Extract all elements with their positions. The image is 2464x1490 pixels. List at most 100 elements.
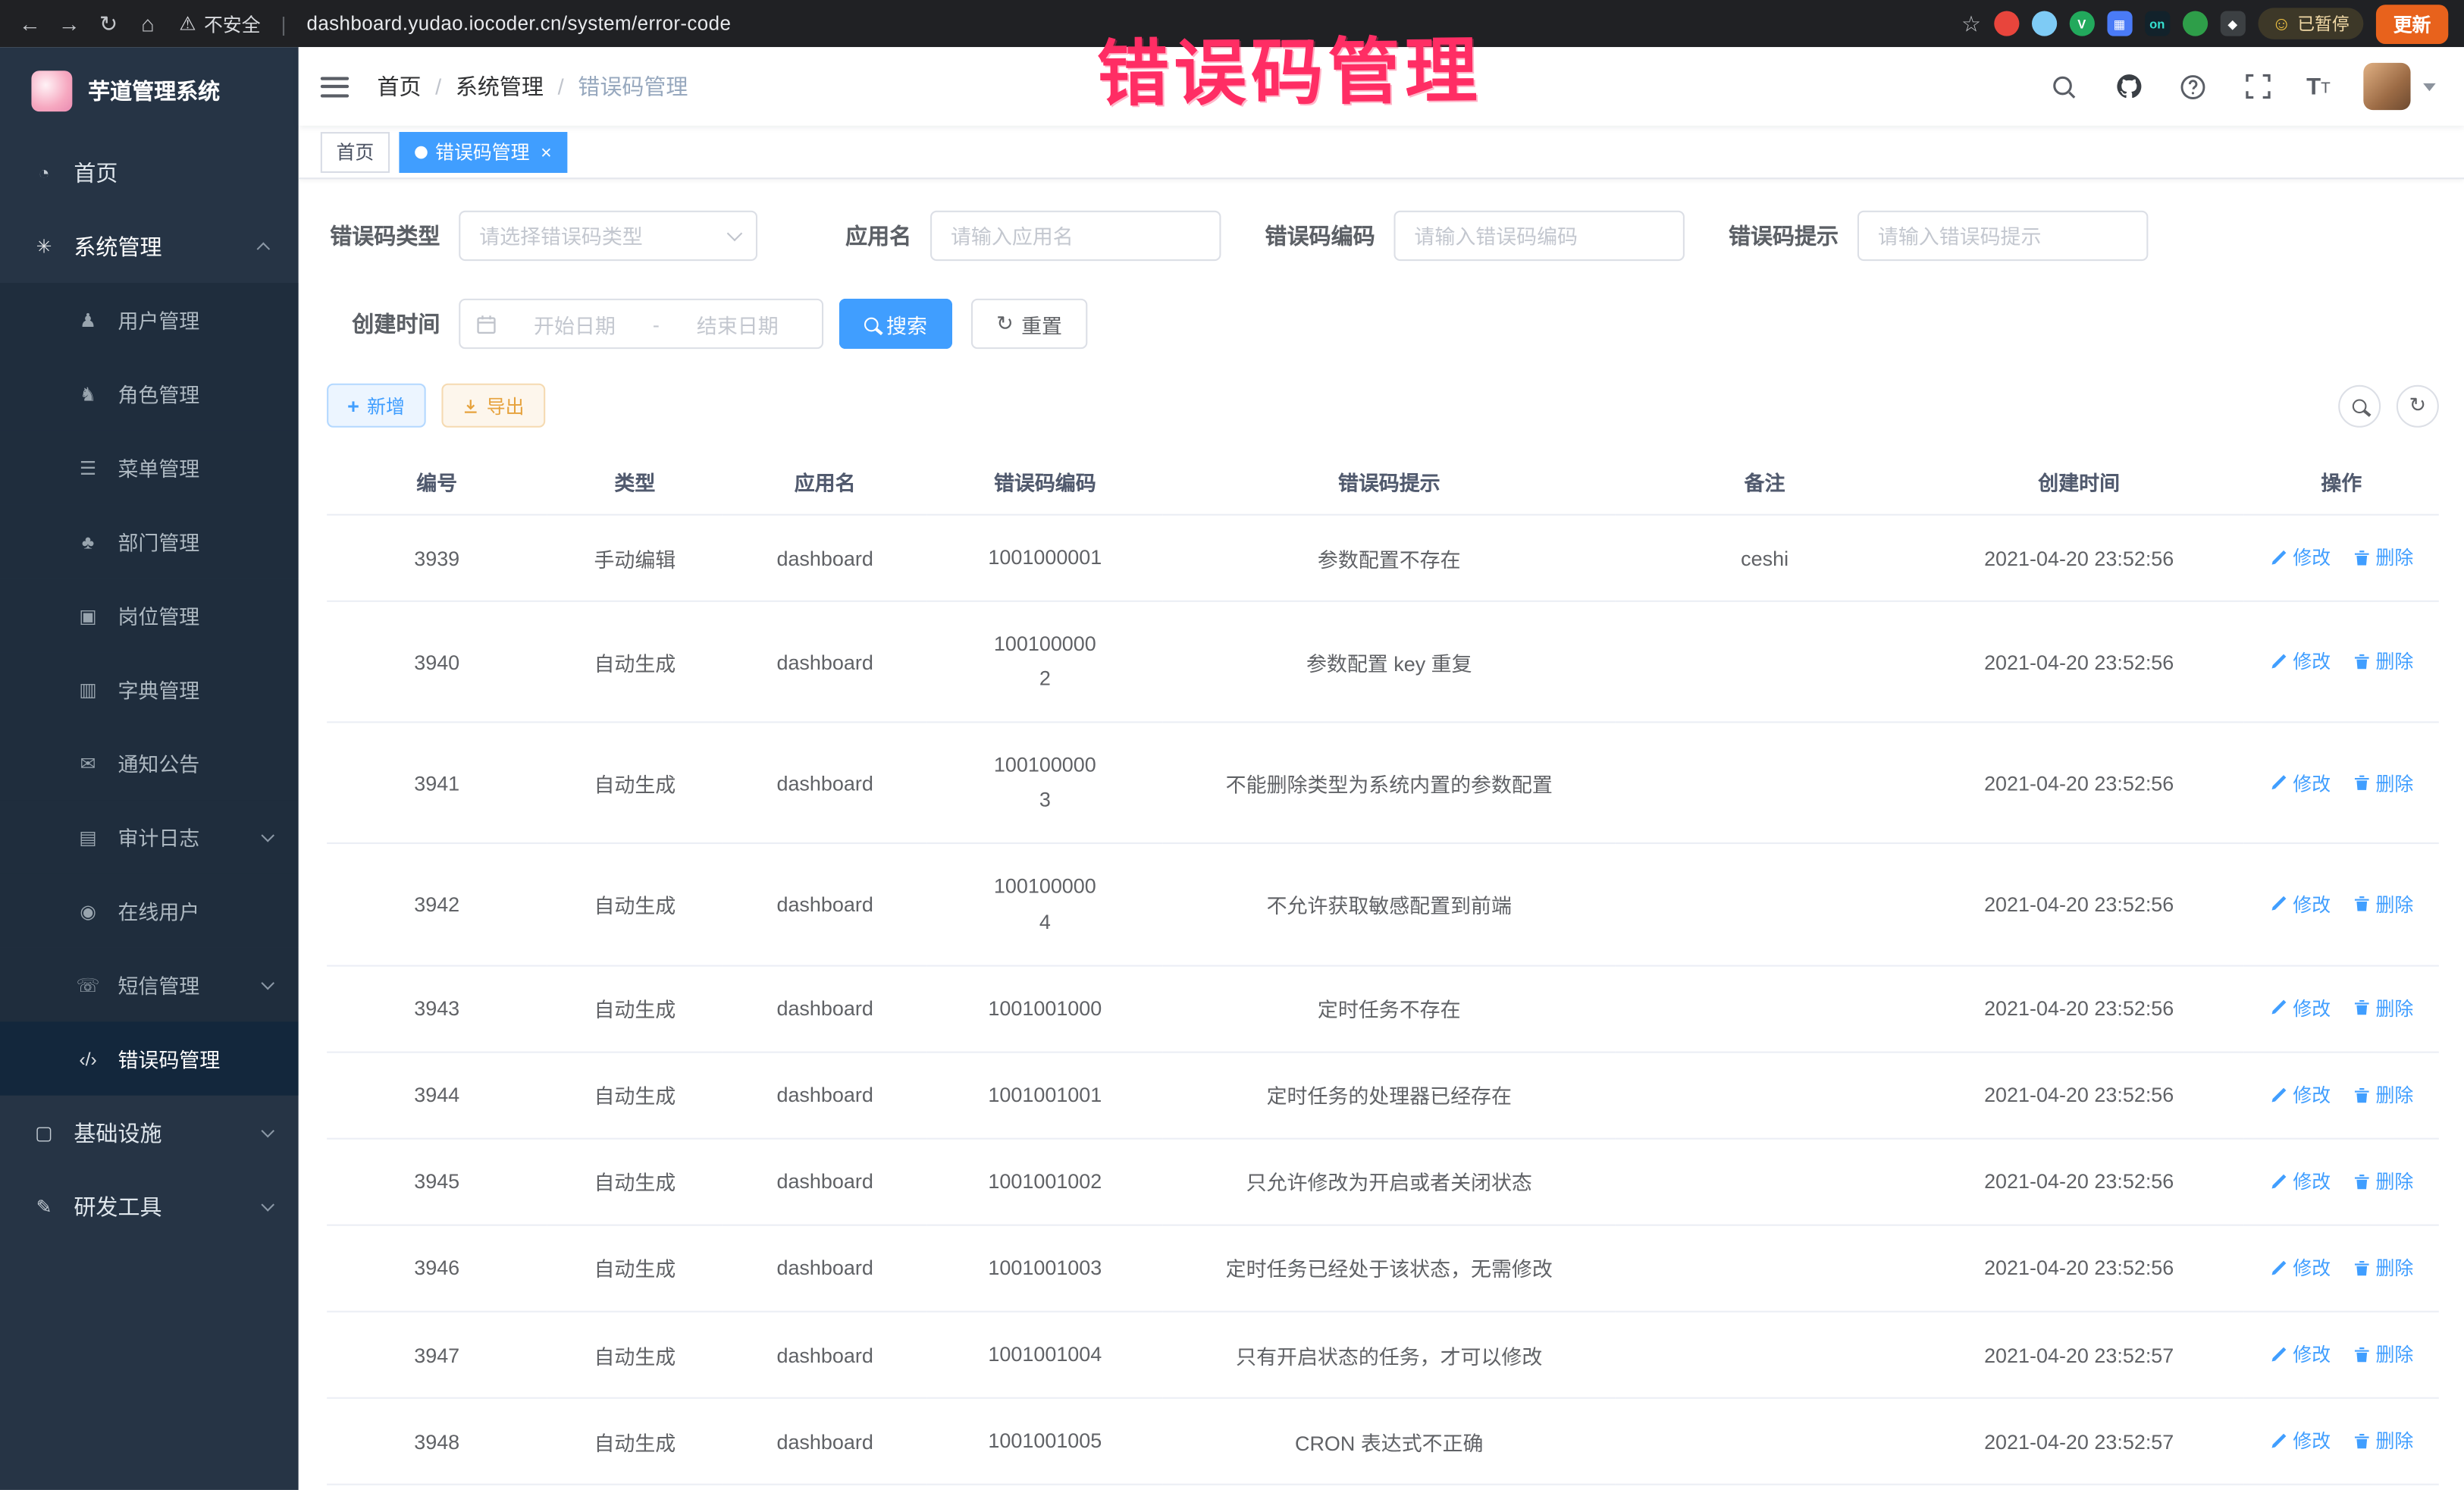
extension-drop-icon[interactable] xyxy=(2031,11,2056,36)
sidebar-item-部门管理[interactable]: ♣ 部门管理 xyxy=(0,504,299,578)
cell-time: 2021-04-20 23:52:56 xyxy=(1914,601,2244,723)
table-toolbar: + 新增 导出 ↻ xyxy=(327,384,2439,428)
column-header: 错误码提示 xyxy=(1163,450,1616,515)
filter-row-1: 错误码类型 应用名 错误码编码 xyxy=(327,211,2439,261)
sidebar-item-审计日志[interactable]: ▤ 审计日志 xyxy=(0,800,299,874)
edit-link[interactable]: 修改 xyxy=(2269,891,2331,918)
sidebar-item-基础设施[interactable]: ▢ 基础设施 xyxy=(0,1096,299,1169)
sidebar-item-研发工具[interactable]: ✎ 研发工具 xyxy=(0,1169,299,1243)
extension-green-v-icon[interactable]: V xyxy=(2069,11,2094,36)
edit-link[interactable]: 修改 xyxy=(2269,1341,2331,1368)
sidebar-item-菜单管理[interactable]: ☰ 菜单管理 xyxy=(0,431,299,504)
app-logo[interactable]: 芋道管理系统 xyxy=(0,47,299,135)
breadcrumb-item[interactable]: 首页 xyxy=(377,71,421,102)
menu-icon: ☰ xyxy=(75,456,100,478)
filter-label-code: 错误码编码 xyxy=(1262,220,1375,251)
table-row: 3939 手动编辑 dashboard 1001000001 参数配置不存在 c… xyxy=(327,515,2439,601)
delete-link[interactable]: 删除 xyxy=(2352,995,2413,1021)
delete-icon xyxy=(2352,652,2371,671)
tab-tag-错误码管理[interactable]: 错误码管理 × xyxy=(399,131,567,172)
sidebar-item-在线用户[interactable]: ◉ 在线用户 xyxy=(0,874,299,947)
breadcrumb-item[interactable]: 系统管理 xyxy=(456,71,544,102)
edit-link[interactable]: 修改 xyxy=(2269,995,2331,1021)
delete-link[interactable]: 删除 xyxy=(2352,891,2413,918)
edit-link[interactable]: 修改 xyxy=(2269,648,2331,675)
edit-link[interactable]: 修改 xyxy=(2269,770,2331,796)
edit-icon xyxy=(2269,999,2288,1018)
start-date-placeholder[interactable]: 开始日期 xyxy=(506,309,643,338)
sidebar-item-用户管理[interactable]: ♟ 用户管理 xyxy=(0,283,299,356)
error-code-input[interactable] xyxy=(1396,212,1683,259)
warning-icon: ⚠ xyxy=(179,13,196,35)
reset-button[interactable]: ↻ 重置 xyxy=(971,299,1087,349)
delete-link[interactable]: 删除 xyxy=(2352,1341,2413,1368)
sidebar-item-岗位管理[interactable]: ▣ 岗位管理 xyxy=(0,579,299,652)
column-header: 应用名 xyxy=(723,450,926,515)
cell-msg: 定时任务不存在 xyxy=(1163,965,1616,1052)
tab-tag-首页[interactable]: 首页 × xyxy=(321,131,390,172)
search-button[interactable]: 搜索 xyxy=(839,299,952,349)
delete-link[interactable]: 删除 xyxy=(2352,1428,2413,1454)
delete-link[interactable]: 删除 xyxy=(2352,1255,2413,1281)
sidebar-item-角色管理[interactable]: ♞ 角色管理 xyxy=(0,357,299,431)
font-size-icon[interactable]: TT xyxy=(2306,74,2331,98)
delete-link[interactable]: 删除 xyxy=(2352,648,2413,675)
app-name-input[interactable] xyxy=(932,212,1219,259)
close-icon[interactable]: × xyxy=(541,143,552,162)
end-date-placeholder[interactable]: 结束日期 xyxy=(669,309,806,338)
edit-icon xyxy=(2269,1259,2288,1278)
cell-memo xyxy=(1616,1398,1914,1485)
extension-pin-icon[interactable]: ◆ xyxy=(2220,11,2245,36)
edit-link[interactable]: 修改 xyxy=(2269,1168,2331,1194)
security-indicator[interactable]: ⚠ 不安全 xyxy=(179,10,260,36)
star-icon[interactable]: ☆ xyxy=(1961,10,1981,36)
hamburger-icon[interactable] xyxy=(321,77,349,97)
sidebar-item-短信管理[interactable]: ☏ 短信管理 xyxy=(0,948,299,1021)
cell-id: 3942 xyxy=(327,844,547,965)
edit-link[interactable]: 修改 xyxy=(2269,1081,2331,1108)
sidebar-item-字典管理[interactable]: ▥ 字典管理 xyxy=(0,652,299,726)
forward-icon[interactable]: → xyxy=(55,0,83,47)
edit-link[interactable]: 修改 xyxy=(2269,1428,2331,1454)
search-icon xyxy=(864,317,879,331)
delete-link[interactable]: 删除 xyxy=(2352,544,2413,571)
date-range-picker[interactable]: 开始日期 - 结束日期 xyxy=(459,299,823,349)
sidebar-item-通知公告[interactable]: ✉ 通知公告 xyxy=(0,726,299,800)
address-bar[interactable]: dashboard.yudao.iocoder.cn/system/error-… xyxy=(307,13,732,35)
extension-leaf-icon[interactable] xyxy=(2182,11,2207,36)
delete-icon xyxy=(2352,1085,2371,1104)
sidebar-item-首页[interactable]: ◔ 首页 xyxy=(0,135,299,209)
extension-on-icon[interactable]: on xyxy=(2145,11,2170,36)
paused-badge[interactable]: ☺ 已暂停 xyxy=(2258,8,2363,39)
sidebar-item-系统管理[interactable]: ✳ 系统管理 xyxy=(0,209,299,283)
error-msg-input[interactable] xyxy=(1859,212,2146,259)
column-header: 编号 xyxy=(327,450,547,515)
home-icon[interactable]: ⌂ xyxy=(133,0,161,47)
back-icon[interactable]: ← xyxy=(16,0,44,47)
filter-group-msg: 错误码提示 xyxy=(1726,211,2149,261)
sidebar-item-错误码管理[interactable]: ‹/› 错误码管理 xyxy=(0,1021,299,1095)
fullscreen-icon[interactable] xyxy=(2242,71,2273,102)
reload-icon[interactable]: ↻ xyxy=(94,0,122,47)
toggle-search-button[interactable] xyxy=(2338,384,2381,427)
table-body: 3939 手动编辑 dashboard 1001000001 参数配置不存在 c… xyxy=(327,515,2439,1485)
edit-link[interactable]: 修改 xyxy=(2269,544,2331,571)
add-button[interactable]: + 新增 xyxy=(327,384,425,428)
delete-link[interactable]: 删除 xyxy=(2352,1168,2413,1194)
delete-link[interactable]: 删除 xyxy=(2352,770,2413,796)
edit-icon xyxy=(2269,1345,2288,1364)
update-button[interactable]: 更新 xyxy=(2376,4,2448,43)
search-icon[interactable] xyxy=(2049,71,2080,102)
error-type-select-input[interactable] xyxy=(460,212,756,259)
help-icon[interactable] xyxy=(2177,71,2209,102)
extension-red-icon[interactable] xyxy=(1994,11,2019,36)
cell-msg: 不能删除类型为系统内置的参数配置 xyxy=(1163,723,1616,844)
export-button[interactable]: 导出 xyxy=(441,384,545,428)
delete-link[interactable]: 删除 xyxy=(2352,1081,2413,1108)
user-menu[interactable] xyxy=(2363,63,2435,110)
github-icon[interactable] xyxy=(2113,71,2144,102)
edit-link[interactable]: 修改 xyxy=(2269,1255,2331,1281)
refresh-icon[interactable]: ↻ xyxy=(2397,384,2439,427)
extension-grid-icon[interactable]: ▦ xyxy=(2107,11,2132,36)
error-type-select[interactable] xyxy=(459,211,757,261)
